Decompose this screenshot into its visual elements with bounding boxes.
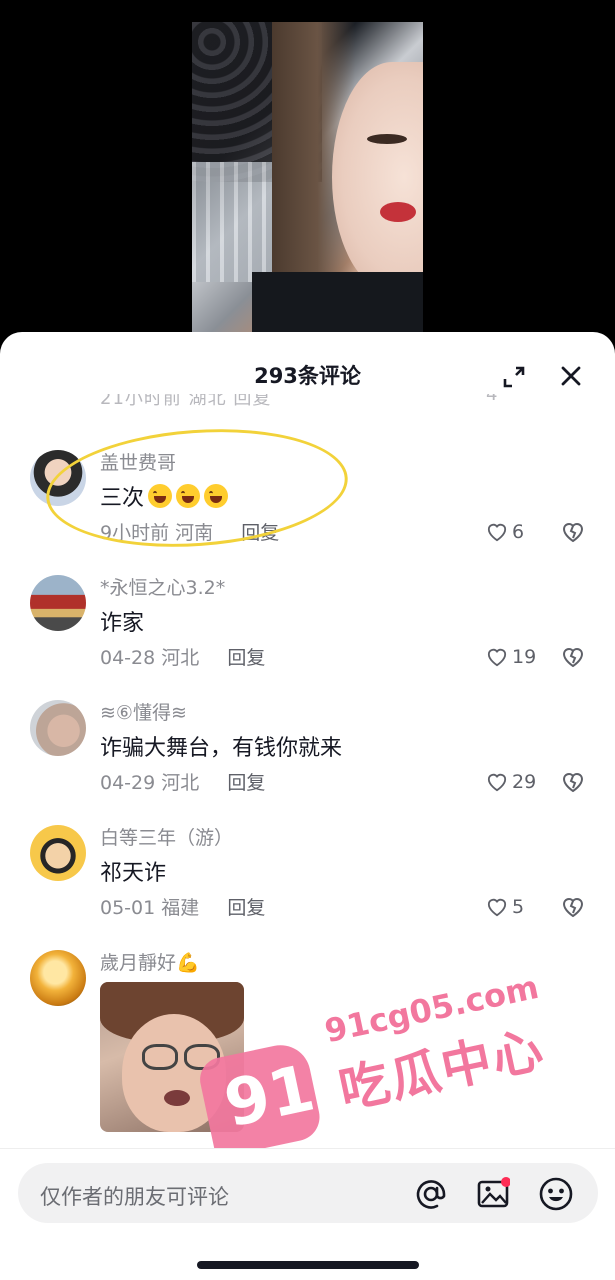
dislike-icon[interactable] bbox=[561, 895, 585, 919]
heart-icon bbox=[487, 648, 507, 667]
like-button[interactable]: 6 bbox=[486, 520, 524, 544]
dislike-icon[interactable] bbox=[561, 645, 585, 669]
comment-meta: 05-01 福建 回复 bbox=[100, 893, 265, 920]
comment-text[interactable]: 诈家 bbox=[100, 605, 144, 637]
sheet-header: 293条评论 bbox=[0, 332, 615, 402]
like-button[interactable]: 29 bbox=[486, 770, 536, 794]
like-count: 29 bbox=[512, 771, 537, 793]
video-background[interactable] bbox=[0, 0, 615, 345]
video-frame[interactable] bbox=[192, 22, 423, 340]
close-icon[interactable] bbox=[559, 364, 583, 388]
dislike-icon[interactable] bbox=[561, 770, 585, 794]
sticker-glasses-left bbox=[142, 1044, 178, 1070]
comment-input-bar: 仅作者的朋友可评论 bbox=[0, 1148, 615, 1280]
clipped-comment-meta: 21小时前 湖北 回复 4 bbox=[100, 394, 600, 416]
comment-date: 05-01 bbox=[100, 897, 156, 919]
avatar[interactable] bbox=[30, 575, 86, 631]
clipped-meta-text: 21小时前 湖北 回复 bbox=[100, 394, 272, 409]
comment-meta: 04-28 河北 回复 bbox=[100, 643, 265, 670]
heart-icon bbox=[487, 773, 507, 792]
comment-username[interactable]: *永恒之心3.2* bbox=[100, 573, 225, 600]
image-icon[interactable] bbox=[476, 1177, 510, 1211]
avatar[interactable] bbox=[30, 950, 86, 1006]
avatar[interactable] bbox=[30, 700, 86, 756]
video-coat-image bbox=[252, 272, 423, 340]
expand-icon[interactable] bbox=[502, 365, 526, 389]
home-indicator[interactable] bbox=[197, 1261, 419, 1269]
at-mention-icon[interactable] bbox=[414, 1177, 448, 1211]
sticker-face bbox=[122, 1014, 226, 1132]
comment-date: 04-28 bbox=[100, 647, 156, 669]
reply-button[interactable]: 回复 bbox=[227, 647, 265, 669]
comment-sheet: 293条评论 21小时前 湖北 回复 4 盖世费哥 三次 9小时前 河南 回复 … bbox=[0, 332, 615, 1280]
dislike-icon[interactable] bbox=[561, 520, 585, 544]
avatar[interactable] bbox=[30, 825, 86, 881]
like-button[interactable]: 5 bbox=[486, 895, 524, 919]
like-count: 19 bbox=[512, 646, 537, 668]
comment-date: 04-29 bbox=[100, 772, 156, 794]
comment-region: 河北 bbox=[161, 647, 200, 669]
like-button[interactable]: 19 bbox=[486, 645, 536, 669]
comment-region: 福建 bbox=[161, 897, 200, 919]
reply-button[interactable]: 回复 bbox=[227, 897, 265, 919]
comment-region: 河北 bbox=[161, 772, 200, 794]
comment-text[interactable]: 祁天诈 bbox=[100, 855, 166, 887]
clipped-like-count: 4 bbox=[486, 394, 498, 405]
heart-icon bbox=[487, 898, 507, 917]
comment-sticker-image[interactable] bbox=[100, 982, 244, 1132]
comment-meta: 04-29 河北 回复 bbox=[100, 768, 265, 795]
comment-username[interactable]: 歲月靜好💪 bbox=[100, 948, 200, 975]
heart-icon bbox=[487, 523, 507, 542]
video-eye-image bbox=[367, 134, 407, 144]
comment-username[interactable]: 白等三年（游） bbox=[100, 823, 233, 850]
comment-text[interactable]: 诈骗大舞台，有钱你就来 bbox=[100, 730, 342, 762]
sticker-mouth bbox=[164, 1090, 190, 1106]
comment-username[interactable]: ≋⑥懂得≋ bbox=[100, 698, 187, 725]
sticker-glasses-right bbox=[184, 1044, 220, 1070]
reply-button[interactable]: 回复 bbox=[227, 772, 265, 794]
like-count: 6 bbox=[512, 521, 525, 543]
input-placeholder: 仅作者的朋友可评论 bbox=[40, 1185, 229, 1209]
emoji-icon[interactable] bbox=[538, 1176, 574, 1212]
like-count: 5 bbox=[512, 896, 525, 918]
comment-input[interactable]: 仅作者的朋友可评论 bbox=[18, 1163, 598, 1223]
video-lip-image bbox=[380, 202, 416, 222]
